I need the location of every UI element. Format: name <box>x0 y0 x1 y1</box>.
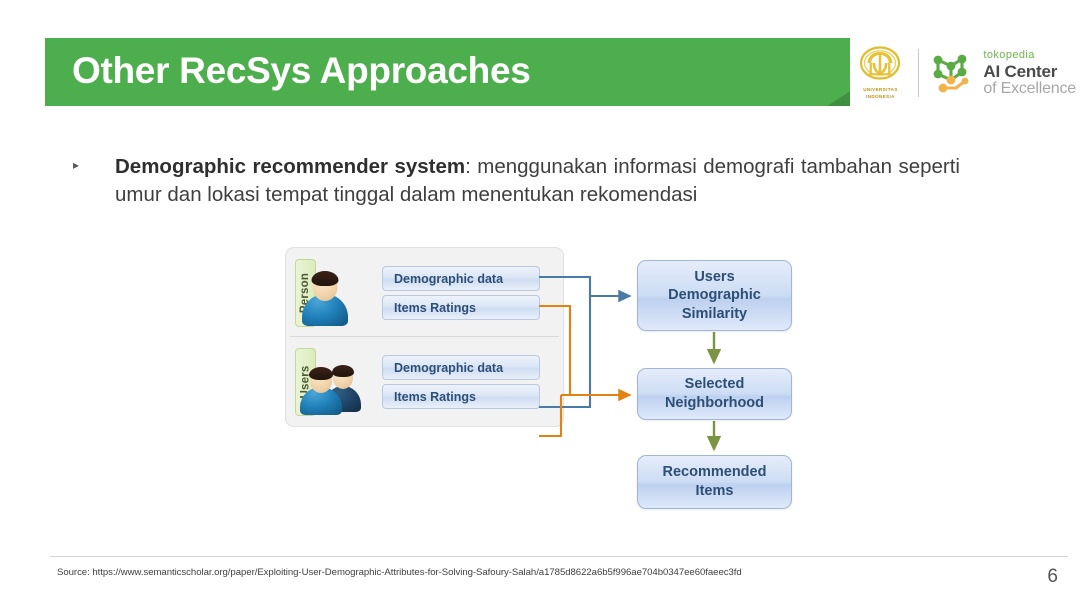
footer-divider <box>50 556 1068 557</box>
person-items-ratings-box: Items Ratings <box>382 295 540 320</box>
bullet-point: ▸ Demographic recommender system: menggu… <box>70 153 960 208</box>
network-nodes-icon <box>934 54 969 92</box>
makara-seal-icon <box>860 46 901 80</box>
flow-box-label: Recommended Items <box>662 464 767 499</box>
ace-title-line2: of Excellence <box>983 79 1076 97</box>
ace-title-line1: AI Center <box>983 61 1058 81</box>
avatar-hair <box>332 365 354 377</box>
logo-divider <box>918 49 920 97</box>
logo-cluster: UNIVERSITAS INDONESIA tokopedia AI Cente… <box>852 42 1076 104</box>
flow-box-label: Users Demographic Similarity <box>668 268 761 322</box>
seal-caption: UNIVERSITAS INDONESIA <box>863 87 898 99</box>
page-number: 6 <box>1047 566 1058 587</box>
bullet-marker-icon: ▸ <box>73 158 80 172</box>
single-person-avatar <box>302 256 377 328</box>
bullet-lead-term: Demographic recommender system <box>115 155 466 178</box>
users-demographic-data-box: Demographic data <box>382 355 540 380</box>
person-demographic-data-box: Demographic data <box>382 266 540 291</box>
source-citation: Source: https://www.semanticscholar.org/… <box>57 567 742 578</box>
person-group: Person Demographic data Items Ratings <box>286 248 563 336</box>
recommended-items-box: Recommended Items <box>637 455 792 509</box>
users-demographic-similarity-box: Users Demographic Similarity <box>637 260 792 331</box>
flow-box-label: Selected Neighborhood <box>664 376 765 411</box>
input-panel: Person Demographic data Items Ratings Us… <box>285 247 564 427</box>
users-group: Users Demographic data Items Ratings <box>286 337 563 425</box>
selected-neighborhood-box: Selected Neighborhood <box>637 368 792 420</box>
universitas-indonesia-seal: UNIVERSITAS INDONESIA <box>852 44 908 102</box>
tokopedia-brand-text: tokopedia <box>983 48 1035 61</box>
ai-center-of-excellence-logo: tokopedia AI Center of Excellence <box>929 48 1076 97</box>
users-items-ratings-box: Items Ratings <box>382 384 540 409</box>
group-of-users-avatar <box>300 345 377 417</box>
avatar-hair <box>311 271 339 286</box>
demographic-recommender-diagram: Person Demographic data Items Ratings Us… <box>285 243 815 523</box>
avatar-hair <box>309 367 333 380</box>
page-title: Other RecSys Approaches <box>72 50 531 92</box>
bullet-text: Demographic recommender system: mengguna… <box>115 153 960 208</box>
slide-title-banner: Other RecSys Approaches <box>45 38 850 106</box>
ace-wordmark: tokopedia AI Center of Excellence <box>983 48 1076 97</box>
